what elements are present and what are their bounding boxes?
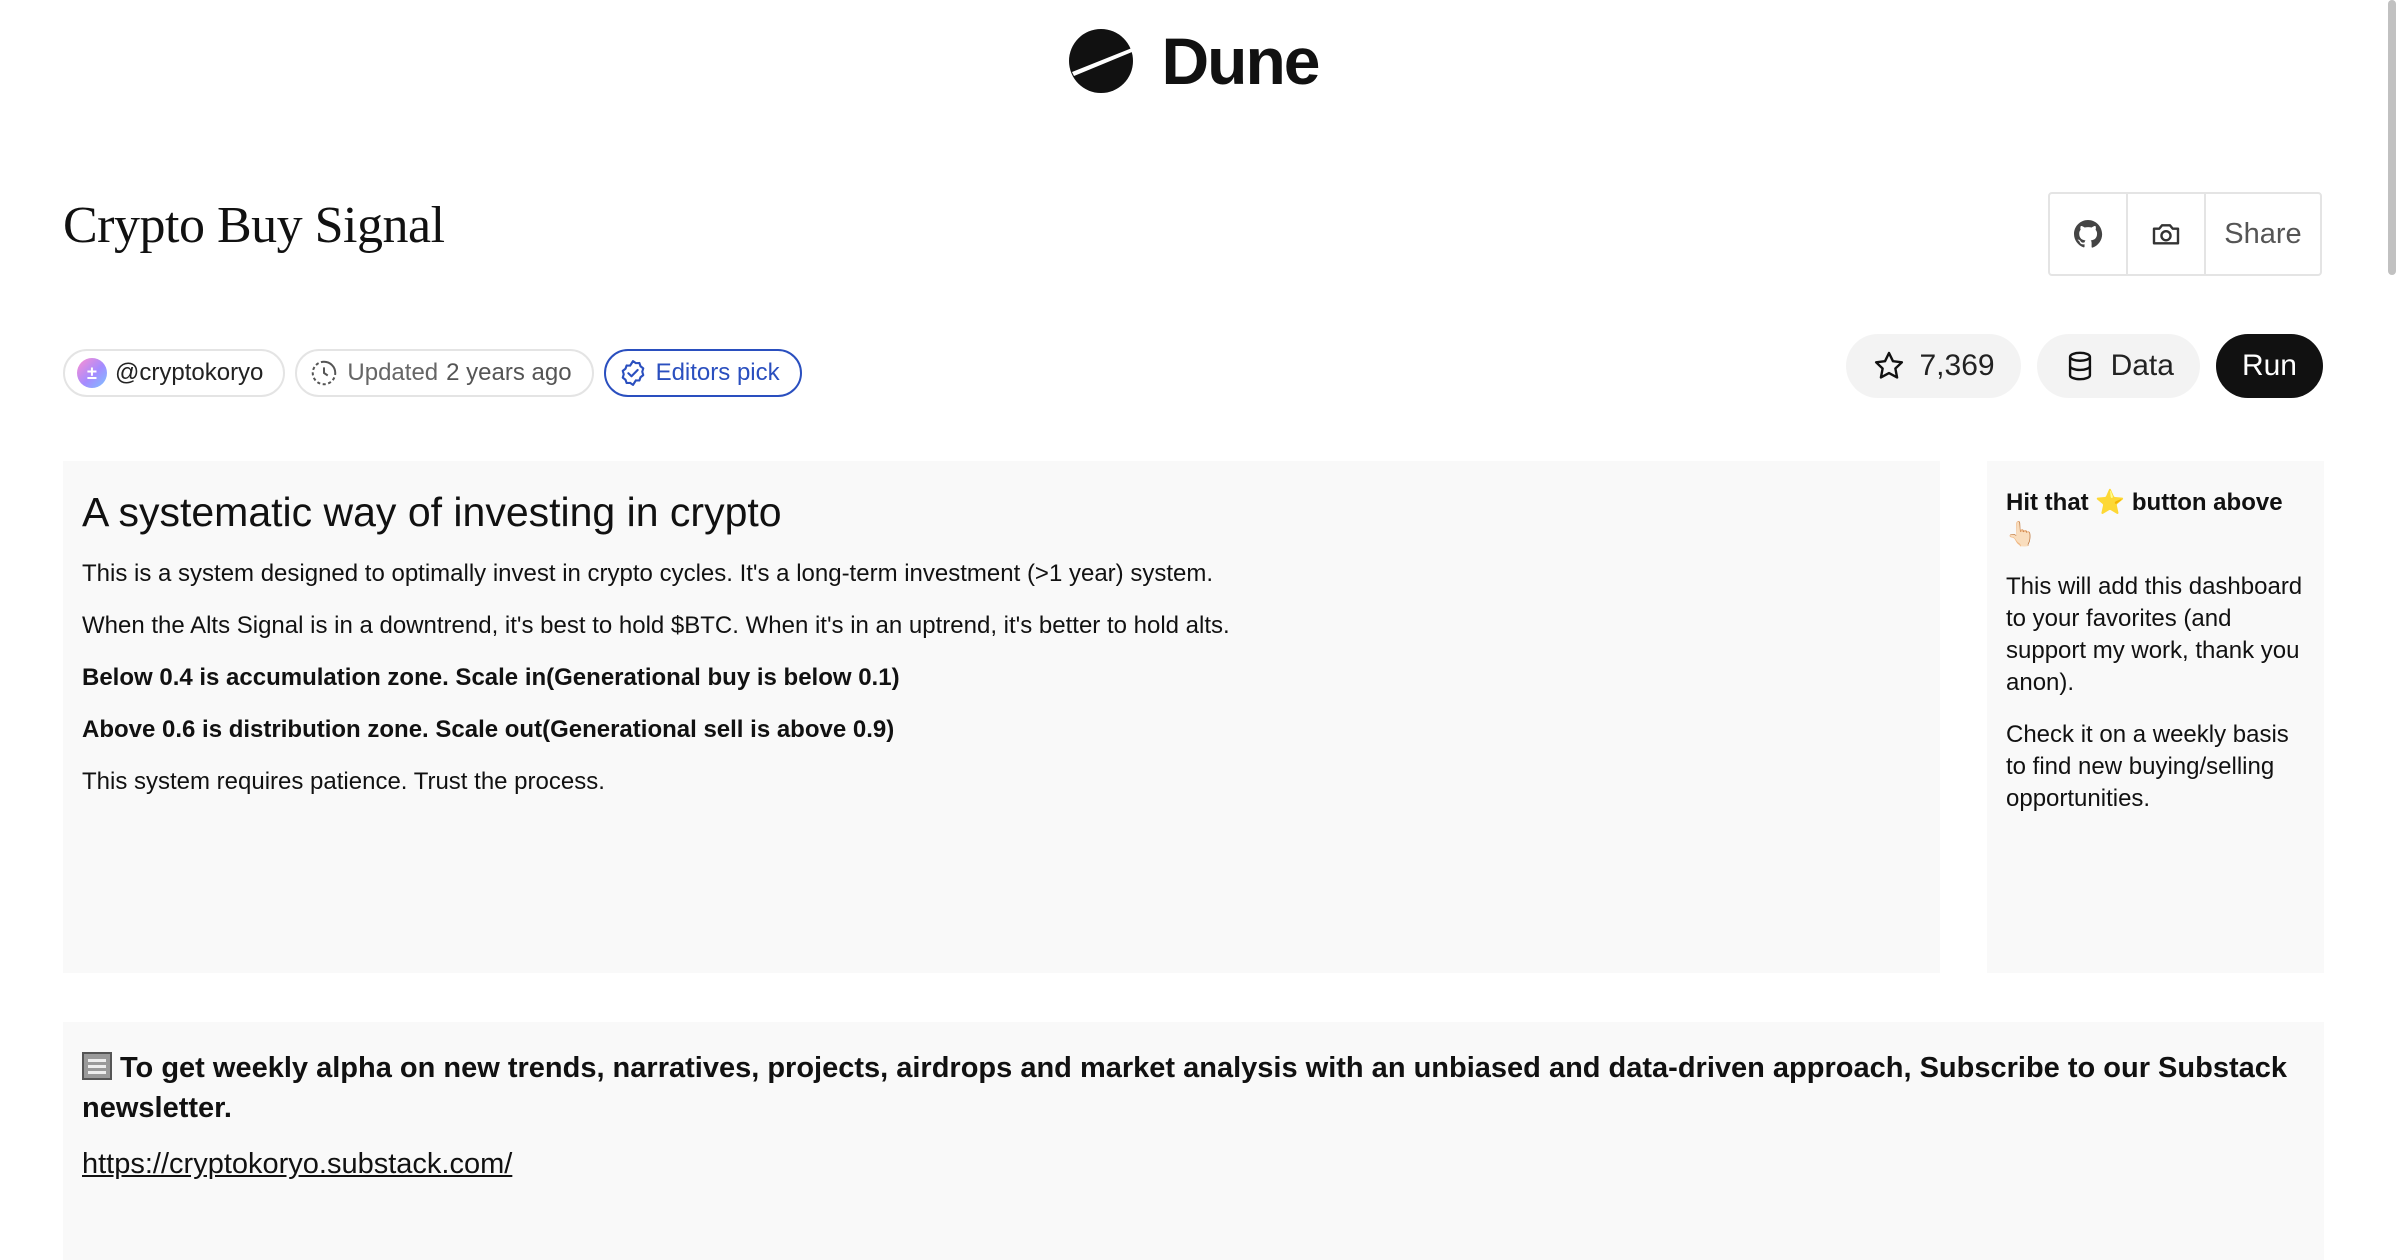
database-icon xyxy=(2068,351,2091,381)
favorite-prompt-start: Hit that xyxy=(2006,489,2089,516)
favorite-prompt-end: button above xyxy=(2131,489,2283,516)
screenshot-button[interactable] xyxy=(2128,194,2206,274)
star-icon xyxy=(1874,351,1903,379)
camera-icon xyxy=(2152,224,2180,245)
favorite-prompt: Hit that ⭐ button above 👆🏻 xyxy=(2006,487,2305,551)
github-icon xyxy=(2074,220,2103,248)
run-button[interactable]: Run xyxy=(2215,334,2323,398)
clock-icon xyxy=(312,360,337,386)
intro-heading: A systematic way of investing in crypto xyxy=(82,489,782,535)
page-title: Crypto Buy Signal xyxy=(63,197,445,254)
newspaper-icon xyxy=(82,1052,112,1080)
star-button[interactable]: 7,369 xyxy=(1845,334,2021,398)
intro-paragraph: This is a system designed to optimally i… xyxy=(82,560,1213,587)
accumulation-zone-text: Below 0.4 is accumulation zone. Scale in… xyxy=(82,664,900,691)
favorite-explanation: This will add this dashboard to your fav… xyxy=(2006,573,2303,696)
brand-header: Dune xyxy=(0,28,2386,94)
favorite-reminder-widget: Hit that ⭐ button above 👆🏻 This will add… xyxy=(1987,461,2324,973)
verified-badge-icon xyxy=(621,360,644,386)
updated-chip: Updated 2 years ago xyxy=(295,349,594,397)
editors-pick-badge[interactable]: Editors pick xyxy=(603,349,802,397)
updated-time: 2 years ago xyxy=(446,359,572,386)
author-avatar: ± xyxy=(77,358,107,388)
star-emoji-icon: ⭐ xyxy=(2095,489,2126,516)
data-button[interactable]: Data xyxy=(2036,334,2200,398)
editors-pick-label: Editors pick xyxy=(655,359,780,386)
pointing-up-emoji-icon: 👆🏻 xyxy=(2006,521,2036,548)
primary-actions: 7,369 Data Run xyxy=(1845,334,2323,398)
newsletter-text-body: To get weekly alpha on new trends, narra… xyxy=(82,1052,2287,1124)
dashboard-meta: ± @cryptokoryo Updated 2 years ago Edito… xyxy=(63,349,802,397)
data-label: Data xyxy=(2110,349,2174,382)
dashboard-action-group: Share xyxy=(2048,192,2322,276)
author-handle: @cryptokoryo xyxy=(115,359,264,386)
newsletter-widget: To get weekly alpha on new trends, narra… xyxy=(63,1022,2324,1260)
intro-paragraph: When the Alts Signal is in a downtrend, … xyxy=(82,612,1230,639)
distribution-zone-text: Above 0.6 is distribution zone. Scale ou… xyxy=(82,716,895,743)
intro-text-widget: A systematic way of investing in crypto … xyxy=(63,461,1940,973)
intro-paragraph: This system requires patience. Trust the… xyxy=(82,768,605,795)
updated-label: Updated xyxy=(347,359,439,386)
scrollbar-thumb[interactable] xyxy=(2388,0,2396,275)
star-count: 7,369 xyxy=(1919,349,1995,382)
dune-logo-icon[interactable] xyxy=(1068,28,1134,94)
share-button[interactable]: Share xyxy=(2206,194,2320,274)
brand-name[interactable]: Dune xyxy=(1162,28,1321,94)
github-button[interactable] xyxy=(2050,194,2128,274)
newsletter-text: To get weekly alpha on new trends, narra… xyxy=(82,1048,2305,1128)
substack-link[interactable]: https://cryptokoryo.substack.com/ xyxy=(82,1148,512,1180)
author-chip[interactable]: ± @cryptokoryo xyxy=(63,349,286,397)
weekly-check-text: Check it on a weekly basis to find new b… xyxy=(2006,721,2289,812)
